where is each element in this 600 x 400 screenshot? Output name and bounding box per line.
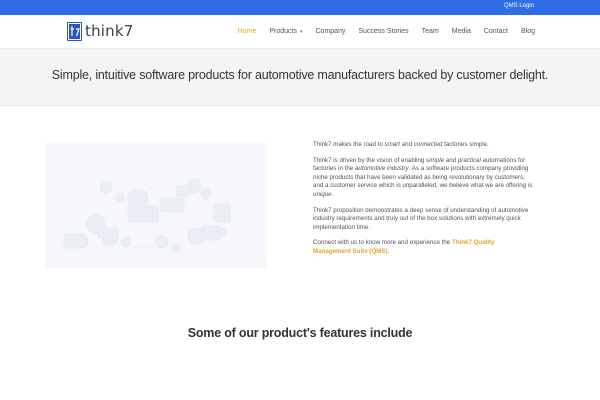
nav-blog[interactable]: Blog: [521, 28, 535, 35]
logo[interactable]: think7: [67, 21, 134, 41]
nav-home[interactable]: Home: [238, 28, 257, 35]
hero-headline: Simple, intuitive software products for …: [51, 68, 549, 82]
intro-p2-text-a: Think7 is driven by the vision of enabli…: [313, 156, 427, 164]
intro-p1-tail: factories simple.: [442, 141, 489, 148]
intro-p2-unique: unique: [313, 190, 332, 198]
nav-team[interactable]: Team: [422, 28, 439, 35]
intro-text: Think7 makes the road to smart and conne…: [313, 141, 534, 264]
nav-blog-label: Blog: [520, 28, 535, 35]
nav-company[interactable]: Company: [316, 28, 346, 35]
top-bar: QMS Login: [0, 0, 600, 15]
nav-company-label: Company: [315, 28, 346, 35]
nav-media[interactable]: Media: [452, 28, 471, 35]
intro-p2-tail: .: [331, 190, 334, 198]
nav-products-label: Products: [269, 28, 297, 35]
nav-home-label: Home: [237, 28, 257, 35]
intro-paragraph-4: Connect with us to know more and experie…: [313, 239, 534, 256]
nav-success-stories-label: Success Stories: [358, 28, 409, 35]
nav-contact[interactable]: Contact: [484, 28, 508, 35]
intro-p4-tail: .: [387, 247, 390, 255]
nav-success-stories[interactable]: Success Stories: [358, 28, 408, 35]
intro-p2-practical: practical: [457, 156, 481, 164]
intro-p2-automotive: automotive industry: [354, 165, 409, 173]
intro-paragraph-2: Think7 is driven by the vision of enabli…: [313, 157, 534, 200]
intro-p1-smart: smart: [384, 141, 401, 148]
intro-p4-text: Connect with us to know more and experie…: [313, 239, 452, 247]
factory-illustration: [46, 142, 266, 268]
header: think7 Home Products ▾ Company Success St…: [0, 15, 600, 49]
nav-contact-label: Contact: [483, 28, 508, 35]
logo-text: think7: [85, 22, 134, 40]
nav-team-label: Team: [421, 28, 439, 35]
intro-paragraph-1: Think7 makes the road to smart and conne…: [313, 141, 534, 150]
intro-p1-text: Think7 makes the road to: [313, 141, 385, 148]
intro-p2-and: and: [444, 156, 458, 164]
intro-p2-simple: simple: [426, 156, 445, 164]
intro-p1-connected: connected: [413, 141, 443, 148]
features-heading: Some of our product's features include: [187, 326, 413, 340]
logo-icon: [67, 21, 82, 41]
nav-media-label: Media: [451, 28, 471, 35]
main-nav: Home Products ▾ Company Success Stories T…: [225, 15, 535, 48]
qms-login-link[interactable]: QMS Login: [504, 3, 534, 9]
intro-p1-and: and: [400, 141, 414, 148]
hero-banner: Simple, intuitive software products for …: [0, 49, 600, 106]
intro-paragraph-3: Think7 proposition demonstrates a deep s…: [313, 206, 529, 231]
chevron-down-icon: ▾: [299, 28, 303, 35]
nav-products[interactable]: Products ▾: [269, 28, 302, 35]
